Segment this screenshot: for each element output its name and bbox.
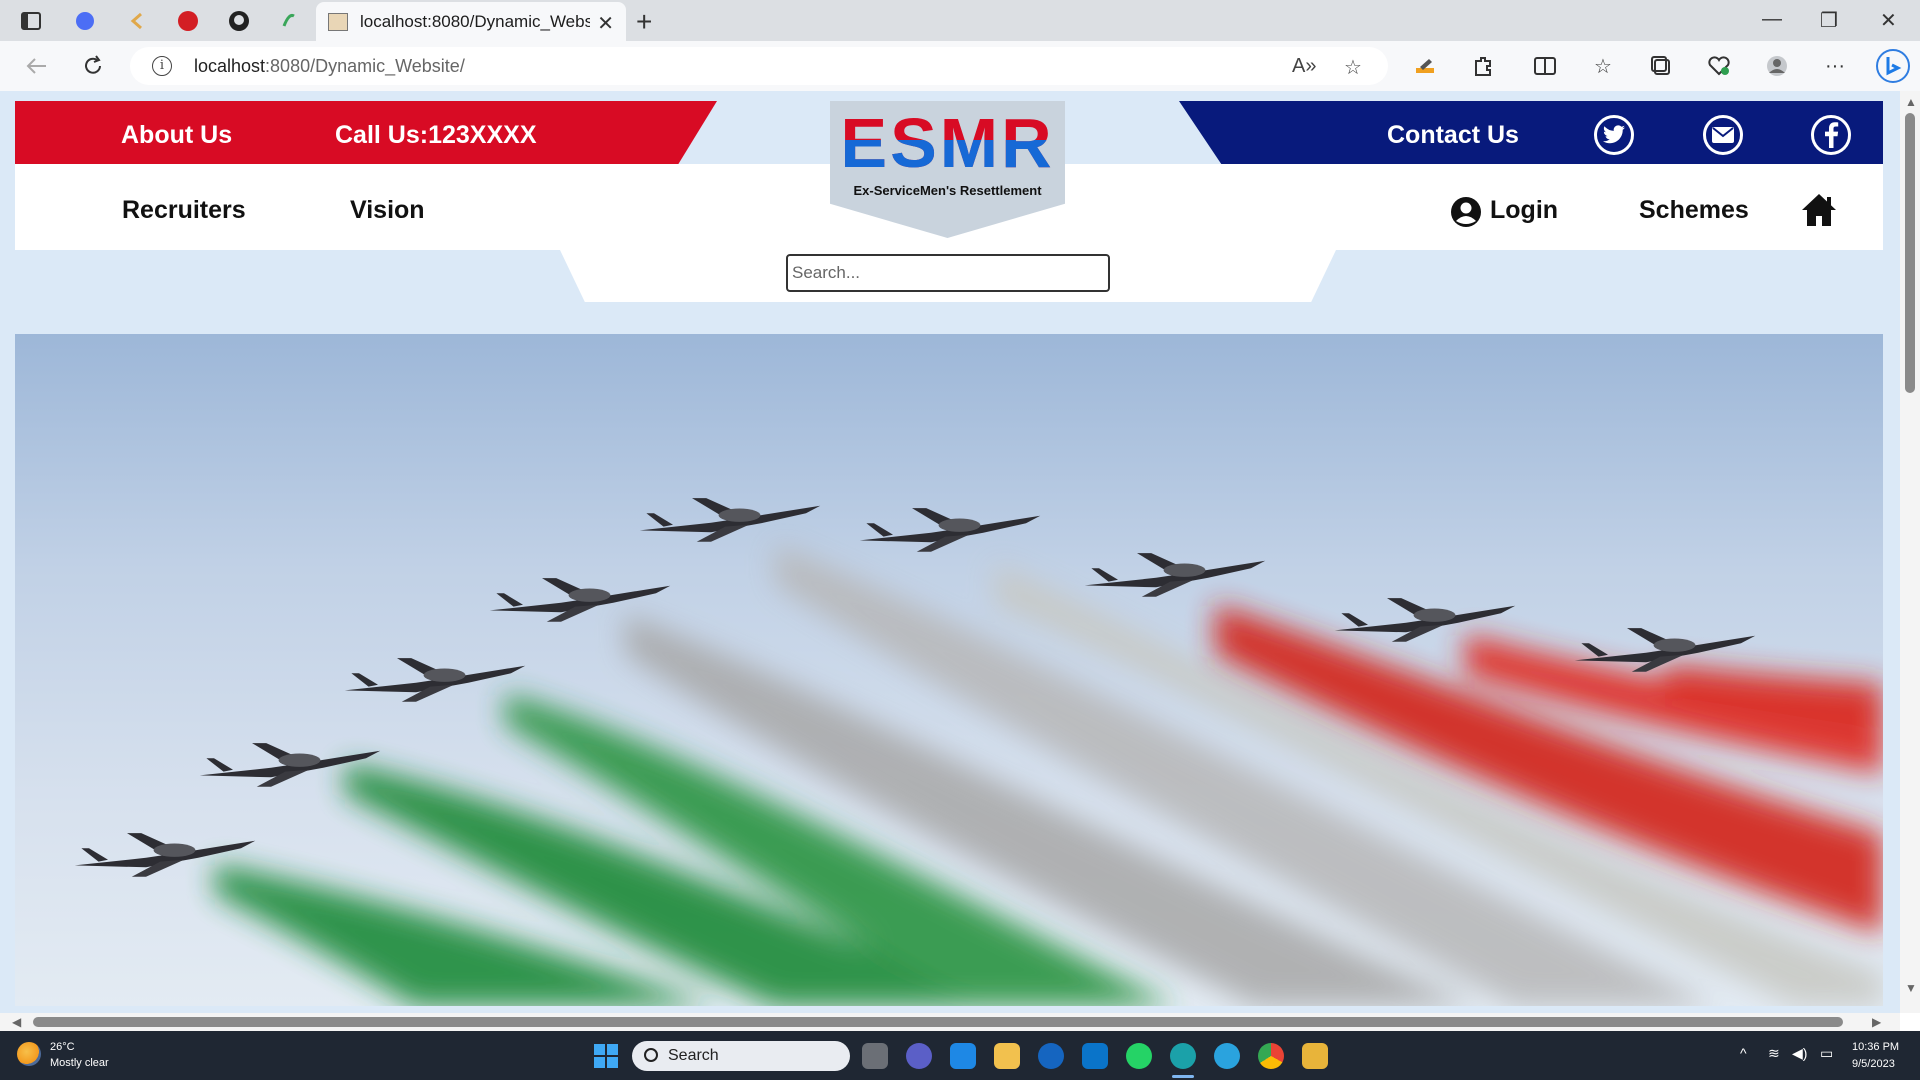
web-page: About Us Call Us:123XXXX Contact Us Recr… [0, 91, 1900, 1013]
minimize-button[interactable]: — [1762, 8, 1782, 31]
weather-icon[interactable] [17, 1042, 41, 1066]
clock-time[interactable]: 10:36 PM [1852, 1041, 1899, 1053]
tab-favicon [328, 12, 348, 31]
close-tab-icon[interactable]: ✕ [597, 11, 614, 36]
task-view-icon[interactable] [862, 1043, 888, 1069]
pinned-tab-icon[interactable] [175, 8, 201, 34]
battery-icon[interactable]: ▭ [1820, 1045, 1833, 1062]
logo-subtitle: Ex-ServiceMen's Resettlement [853, 183, 1042, 198]
vscode-icon[interactable] [1082, 1043, 1108, 1069]
profile-icon[interactable] [1764, 53, 1790, 79]
address-bar-row: i localhost:8080/Dynamic_Website/ A» ☆ ☆… [0, 41, 1920, 91]
clock-date[interactable]: 9/5/2023 [1852, 1058, 1895, 1070]
health-icon[interactable] [1706, 53, 1732, 79]
user-icon[interactable] [1450, 196, 1482, 228]
whatsapp-icon[interactable] [1126, 1043, 1152, 1069]
safari-icon[interactable] [1038, 1043, 1064, 1069]
search-icon [644, 1048, 658, 1062]
active-app-indicator [1172, 1075, 1194, 1078]
tab-actions-icon[interactable] [18, 8, 44, 34]
more-menu-icon[interactable]: ··· [1822, 53, 1848, 79]
teams-icon[interactable] [906, 1043, 932, 1069]
close-window-button[interactable]: ✕ [1880, 8, 1897, 33]
windows-taskbar: 26°C Mostly clear Search ^ ≋ ◀) ▭ 10:36 … [0, 1031, 1920, 1080]
extensions-icon[interactable] [1470, 53, 1496, 79]
aircraft-formation-graphic [74, 498, 1883, 1006]
weather-desc[interactable]: Mostly clear [50, 1057, 109, 1069]
home-icon[interactable] [1800, 191, 1838, 229]
volume-icon[interactable]: ◀) [1792, 1045, 1807, 1062]
favorite-star-icon[interactable]: ☆ [1344, 55, 1362, 80]
back-icon[interactable] [24, 53, 50, 79]
github-icon[interactable] [226, 8, 252, 34]
nav-schemes[interactable]: Schemes [1639, 196, 1749, 225]
mail-app-icon[interactable] [950, 1043, 976, 1069]
site-search-input[interactable] [786, 254, 1110, 292]
contact-us-link[interactable]: Contact Us [1387, 121, 1519, 150]
pinned-tab-icon[interactable] [124, 8, 150, 34]
vertical-scrollbar[interactable]: ▲ ▼ [1900, 91, 1920, 1013]
mail-icon[interactable] [1703, 115, 1743, 155]
file-explorer-icon[interactable] [994, 1043, 1020, 1069]
wifi-icon[interactable]: ≋ [1768, 1045, 1780, 1062]
twitter-icon[interactable] [1594, 115, 1634, 155]
refresh-icon[interactable] [80, 53, 106, 79]
nav-recruiters[interactable]: Recruiters [122, 196, 246, 225]
pinned-tab-icon[interactable] [72, 8, 98, 34]
header-navy-band [1179, 101, 1883, 164]
tab-active[interactable]: localhost:8080/Dynamic_Website ✕ [316, 2, 626, 41]
logo-wordmark-shade: ESMR [830, 140, 1065, 176]
browser-viewport: About Us Call Us:123XXXX Contact Us Recr… [0, 91, 1920, 1031]
split-screen-icon[interactable] [1532, 53, 1558, 79]
start-icon[interactable] [594, 1044, 618, 1068]
nav-vision[interactable]: Vision [350, 196, 425, 225]
browser-tab-bar: localhost:8080/Dynamic_Website ✕ + — ❐ ✕ [0, 0, 1920, 41]
horizontal-scrollbar[interactable]: ◀ ▶ [0, 1013, 1900, 1031]
new-tab-button[interactable]: + [636, 6, 652, 38]
scroll-up-icon[interactable]: ▲ [1905, 95, 1917, 109]
collections-icon[interactable] [1648, 53, 1674, 79]
site-info-icon[interactable]: i [152, 56, 172, 76]
weather-temp[interactable]: 26°C [50, 1041, 75, 1053]
scroll-left-icon[interactable]: ◀ [12, 1015, 21, 1029]
pinned-tab-icon[interactable] [276, 8, 302, 34]
app-icon[interactable] [1302, 1043, 1328, 1069]
nav-login[interactable]: Login [1490, 196, 1558, 225]
url-text[interactable]: localhost:8080/Dynamic_Website/ [194, 56, 465, 77]
edit-icon[interactable] [1412, 53, 1438, 79]
vertical-scroll-thumb[interactable] [1905, 113, 1915, 393]
about-us-link[interactable]: About Us [121, 121, 232, 150]
read-aloud-icon[interactable]: A» [1292, 55, 1316, 78]
scroll-down-icon[interactable]: ▼ [1905, 981, 1917, 995]
chrome-icon[interactable] [1258, 1043, 1284, 1069]
favorites-icon[interactable]: ☆ [1590, 53, 1616, 79]
bing-copilot-icon[interactable] [1876, 49, 1910, 83]
tray-overflow-icon[interactable]: ^ [1740, 1045, 1747, 1061]
taskbar-search[interactable]: Search [632, 1041, 850, 1071]
horizontal-scroll-thumb[interactable] [33, 1017, 1843, 1027]
call-us-link[interactable]: Call Us:123XXXX [335, 121, 537, 150]
url-field[interactable]: i localhost:8080/Dynamic_Website/ A» ☆ [130, 47, 1388, 85]
facebook-icon[interactable] [1811, 115, 1851, 155]
telegram-icon[interactable] [1214, 1043, 1240, 1069]
edge-icon[interactable] [1170, 1043, 1196, 1069]
scroll-right-icon[interactable]: ▶ [1872, 1015, 1881, 1029]
hero-image [15, 334, 1883, 1006]
restore-button[interactable]: ❐ [1820, 8, 1838, 33]
tab-title: localhost:8080/Dynamic_Website [360, 11, 590, 31]
